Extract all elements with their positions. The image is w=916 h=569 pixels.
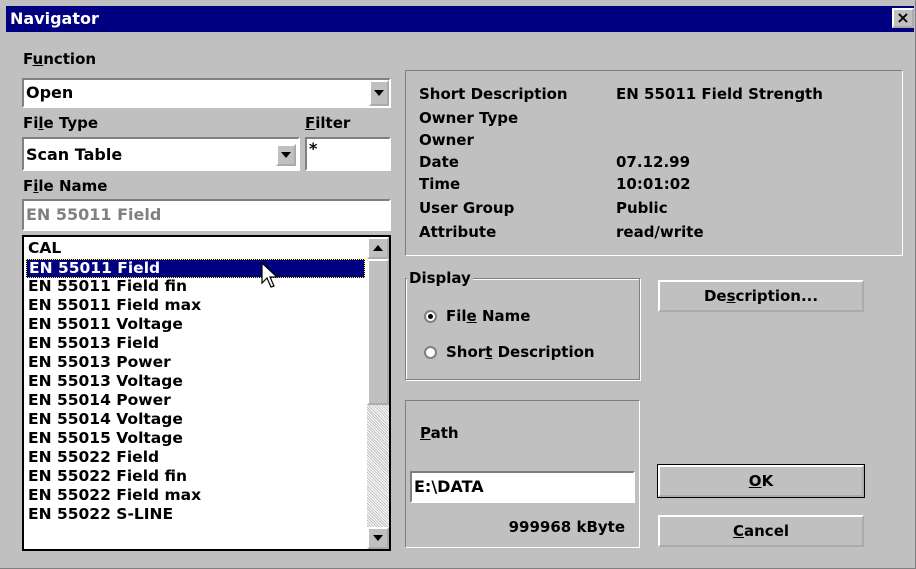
- owner-label: Owner: [419, 131, 474, 149]
- radio-dot-icon: [428, 314, 433, 319]
- close-button[interactable]: ×: [892, 8, 914, 28]
- ok-button[interactable]: OK: [657, 464, 865, 498]
- chevron-down-icon: [373, 535, 383, 541]
- path-value: E:\DATA: [414, 477, 484, 496]
- short-description-label: Short Description: [419, 85, 568, 103]
- list-item[interactable]: EN 55022 Field: [26, 449, 159, 468]
- path-input[interactable]: E:\DATA: [410, 471, 635, 503]
- list-item[interactable]: EN 55013 Voltage: [26, 373, 183, 392]
- path-label: Path: [420, 424, 459, 442]
- user-group-value: Public: [616, 199, 668, 217]
- scroll-down-button[interactable]: [367, 527, 389, 549]
- display-legend: Display: [407, 269, 473, 287]
- list-item[interactable]: EN 55015 Voltage: [26, 430, 183, 449]
- date-label: Date: [419, 153, 459, 171]
- list-item[interactable]: EN 55013 Power: [26, 354, 171, 373]
- chevron-up-icon: [373, 245, 383, 251]
- file-list[interactable]: CAL EN 55011 Field EN 55011 Field fin EN…: [22, 235, 391, 551]
- list-item-selected[interactable]: EN 55011 Field: [26, 259, 365, 278]
- radio-file-name[interactable]: [424, 310, 437, 323]
- cancel-button[interactable]: Cancel: [658, 515, 864, 547]
- list-item[interactable]: EN 55011 Field max: [26, 297, 201, 316]
- list-item[interactable]: EN 55011 Voltage: [26, 316, 183, 335]
- user-group-label: User Group: [419, 199, 515, 217]
- filter-input[interactable]: *: [305, 137, 391, 171]
- close-icon: ×: [896, 8, 910, 27]
- free-space-text: 999968 kByte: [508, 518, 625, 536]
- file-type-label: File Type: [23, 114, 99, 132]
- file-name-input[interactable]: EN 55011 Field: [22, 199, 391, 231]
- list-item[interactable]: EN 55022 Field max: [26, 487, 201, 506]
- file-type-value: Scan Table: [26, 145, 123, 164]
- list-item[interactable]: EN 55022 S-LINE: [26, 506, 173, 525]
- list-item[interactable]: EN 55014 Power: [26, 392, 171, 411]
- time-value: 10:01:02: [616, 175, 691, 193]
- file-type-dropdown-button[interactable]: [276, 144, 296, 166]
- list-scrollbar[interactable]: [367, 237, 389, 549]
- function-dropdown-button[interactable]: [369, 80, 389, 106]
- mouse-pointer-icon: [261, 262, 279, 288]
- list-item[interactable]: EN 55014 Voltage: [26, 411, 183, 430]
- filter-label: Filter: [305, 114, 351, 132]
- chevron-down-icon: [374, 90, 384, 96]
- file-name-value: EN 55011 Field: [26, 205, 162, 224]
- scroll-thumb[interactable]: [367, 259, 389, 405]
- list-item[interactable]: EN 55011 Field fin: [26, 278, 187, 297]
- scroll-up-button[interactable]: [367, 237, 389, 259]
- time-label: Time: [419, 175, 461, 193]
- filter-value: *: [309, 139, 318, 158]
- date-value: 07.12.99: [616, 153, 691, 171]
- file-type-dropdown[interactable]: Scan Table: [22, 137, 300, 171]
- list-item[interactable]: CAL: [26, 240, 61, 259]
- function-dropdown[interactable]: Open: [22, 78, 391, 108]
- list-item[interactable]: EN 55013 Field: [26, 335, 159, 354]
- display-group: Display File Name Short Description: [405, 269, 640, 380]
- function-label: Function: [23, 50, 97, 68]
- title-bar: Navigator ×: [6, 6, 914, 32]
- window-title: Navigator: [10, 9, 99, 28]
- navigator-dialog: Navigator × Function Open File Type Filt…: [0, 0, 916, 569]
- list-item[interactable]: EN 55022 Field fin: [26, 468, 187, 487]
- radio-file-name-label[interactable]: File Name: [446, 307, 530, 325]
- owner-type-label: Owner Type: [419, 109, 519, 127]
- description-button[interactable]: De s cription...: [658, 280, 864, 312]
- attribute-value: read/write: [616, 223, 704, 241]
- info-panel: Short Description EN 55011 Field Strengt…: [405, 70, 903, 256]
- path-panel: Path E:\DATA 999968 kByte: [405, 400, 640, 548]
- short-description-value: EN 55011 Field Strength: [616, 85, 823, 103]
- attribute-label: Attribute: [419, 223, 497, 241]
- chevron-down-icon: [281, 152, 291, 158]
- radio-short-description-label[interactable]: Short Description: [446, 343, 595, 361]
- radio-short-description[interactable]: [424, 346, 437, 359]
- function-value: Open: [26, 83, 74, 102]
- file-name-label: File Name: [23, 177, 108, 195]
